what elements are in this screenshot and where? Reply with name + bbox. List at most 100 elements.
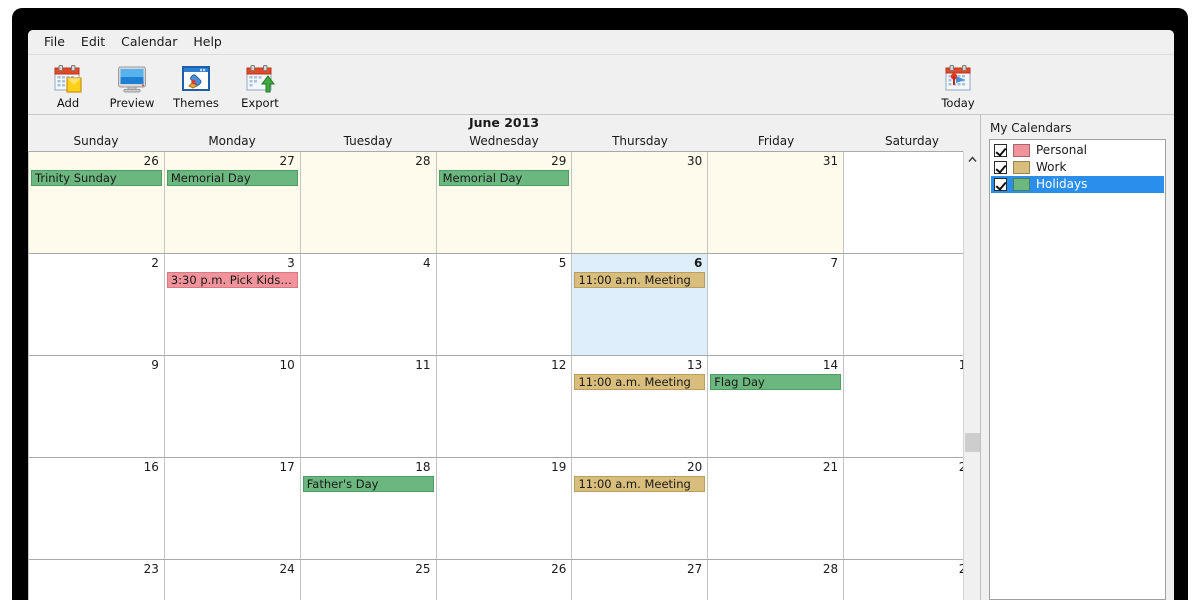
calendar-event[interactable]: 3:30 p.m. Pick Kids of F…: [166, 272, 298, 288]
checkbox-checked-icon[interactable]: [994, 178, 1007, 191]
calendars-sidebar: My Calendars Personal Work Holidays: [980, 115, 1174, 600]
day-events: Memorial Day: [437, 168, 572, 186]
calendar-day-cell[interactable]: 26: [436, 560, 573, 600]
calendar-day-cell[interactable]: 9: [29, 356, 165, 457]
calendar-vertical-scrollbar[interactable]: [963, 151, 980, 600]
export-button[interactable]: Export: [228, 58, 292, 114]
calendar-event[interactable]: 11:00 a.m. Meeting: [574, 374, 706, 390]
day-number: 5: [558, 256, 567, 270]
day-events: Memorial Day: [165, 168, 300, 186]
calendar-day-cell[interactable]: 26 Trinity Sunday: [29, 152, 165, 253]
add-button[interactable]: Add: [36, 58, 100, 114]
day-events: 3:30 p.m. Pick Kids of F…: [165, 270, 300, 288]
chevron-up-icon: [968, 156, 977, 162]
checkbox-checked-icon[interactable]: [994, 161, 1007, 174]
preview-button[interactable]: Preview: [100, 58, 164, 114]
calendar-day-cell[interactable]: 31: [708, 152, 845, 253]
calendar-day-cell[interactable]: 23: [29, 560, 165, 600]
day-number: 20: [687, 460, 703, 474]
scrollbar-thumb[interactable]: [965, 433, 980, 452]
scroll-up-button[interactable]: [964, 151, 980, 168]
today-button[interactable]: Today: [926, 58, 990, 114]
calendar-list[interactable]: Personal Work Holidays: [989, 139, 1166, 600]
day-of-week-saturday: Saturday: [884, 134, 940, 148]
day-of-week-header: Sunday Monday Tuesday Wednesday Thursday Frid…: [28, 132, 980, 151]
calendar-day-cell[interactable]: 11: [300, 356, 437, 457]
calendar-day-cell[interactable]: 14 Flag Day: [708, 356, 845, 457]
calendar-day-cell[interactable]: 24: [164, 560, 301, 600]
calendar-list-item[interactable]: Personal: [991, 142, 1164, 159]
calendar-day-cell[interactable]: 19: [436, 458, 573, 559]
calendar-event[interactable]: Memorial Day: [438, 170, 570, 186]
calendar-event[interactable]: 11:00 a.m. Meeting: [574, 272, 706, 288]
calendar-day-cell[interactable]: 1: [844, 152, 980, 253]
day-number: 22: [844, 460, 979, 474]
calendar-event[interactable]: Flag Day: [710, 374, 842, 390]
themes-button[interactable]: Themes: [164, 58, 228, 114]
calendar-day-cell[interactable]: 30: [572, 152, 709, 253]
add-button-label: Add: [56, 96, 80, 110]
calendar-day-cell[interactable]: 2: [29, 254, 165, 355]
day-number: 14: [822, 358, 839, 372]
calendar-day-cell[interactable]: 7: [708, 254, 845, 355]
calendar-pane: June 2013 Sunday Monday Tuesday Wednesday Th…: [28, 115, 980, 600]
day-number: 6: [693, 256, 703, 270]
calendar-day-cell[interactable]: 5: [436, 254, 573, 355]
calendar-day-cell[interactable]: 29 Memorial Day: [436, 152, 573, 253]
calendar-day-cell[interactable]: 18 Father's Day: [300, 458, 437, 559]
calendar-day-cell[interactable]: 15: [844, 356, 980, 457]
calendar-day-cell[interactable]: 29: [844, 560, 980, 600]
day-number: 23: [143, 562, 159, 576]
calendar-event[interactable]: Trinity Sunday: [31, 170, 162, 186]
themes-button-label: Themes: [173, 96, 219, 110]
calendar-day-cell[interactable]: 28: [300, 152, 437, 253]
calendar-list-item-label: Holidays: [1036, 177, 1088, 191]
day-events: 11:00 a.m. Meeting: [572, 474, 707, 492]
menu-item-help[interactable]: Help: [185, 33, 230, 52]
export-button-label: Export: [241, 96, 279, 110]
calendar-event[interactable]: Father's Day: [302, 476, 434, 492]
calendar-color-swatch: [1013, 178, 1030, 191]
calendar-day-cell[interactable]: 27 Memorial Day: [164, 152, 301, 253]
calendar-day-cell[interactable]: 22: [844, 458, 980, 559]
calendar-list-item[interactable]: Holidays: [991, 176, 1164, 193]
day-events: Flag Day: [708, 372, 843, 390]
calendar-day-cell[interactable]: 25: [300, 560, 437, 600]
day-of-week-wednesday: Wednesday: [469, 134, 539, 148]
day-number: 8: [844, 256, 979, 270]
menu-item-calendar[interactable]: Calendar: [113, 33, 185, 52]
calendar-export-icon: [244, 63, 276, 95]
menu-bar: File Edit Calendar Help: [28, 30, 1174, 55]
calendar-day-cell[interactable]: 12: [436, 356, 573, 457]
calendar-day-cell[interactable]: 3 3:30 p.m. Pick Kids of F…: [164, 254, 301, 355]
calendar-day-cell-selected[interactable]: 6 11:00 a.m. Meeting: [572, 254, 709, 355]
preview-button-label: Preview: [109, 96, 155, 110]
day-number: 1: [844, 154, 979, 168]
day-number: 15: [844, 358, 979, 372]
calendar-day-cell[interactable]: 20 11:00 a.m. Meeting: [572, 458, 709, 559]
day-of-week-friday: Friday: [757, 134, 795, 148]
day-events: Father's Day: [301, 474, 436, 492]
calendar-day-cell[interactable]: 8: [844, 254, 980, 355]
calendar-event[interactable]: Memorial Day: [166, 170, 298, 186]
calendar-week-row: 26 Trinity Sunday 27 Memorial Day 28 29 Memori…: [29, 152, 980, 254]
menu-item-edit[interactable]: Edit: [73, 33, 113, 52]
calendar-day-cell[interactable]: 27: [572, 560, 709, 600]
calendar-event[interactable]: 11:00 a.m. Meeting: [574, 476, 706, 492]
menu-item-file[interactable]: File: [36, 33, 73, 52]
calendar-day-cell[interactable]: 28: [708, 560, 845, 600]
calendar-day-cell[interactable]: 13 11:00 a.m. Meeting: [572, 356, 709, 457]
day-number: 19: [551, 460, 567, 474]
calendar-list-item[interactable]: Work: [991, 159, 1164, 176]
day-number: 7: [830, 256, 839, 270]
checkbox-checked-icon[interactable]: [994, 144, 1007, 157]
calendar-day-cell[interactable]: 16: [29, 458, 165, 559]
day-number: 12: [551, 358, 567, 372]
calendar-day-cell[interactable]: 17: [164, 458, 301, 559]
calendar-grid: 26 Trinity Sunday 27 Memorial Day 28 29 Memori…: [28, 151, 980, 600]
calendar-day-cell[interactable]: 4: [300, 254, 437, 355]
day-number: 10: [279, 358, 295, 372]
day-number: 30: [687, 154, 703, 168]
calendar-day-cell[interactable]: 10: [164, 356, 301, 457]
calendar-day-cell[interactable]: 21: [708, 458, 845, 559]
